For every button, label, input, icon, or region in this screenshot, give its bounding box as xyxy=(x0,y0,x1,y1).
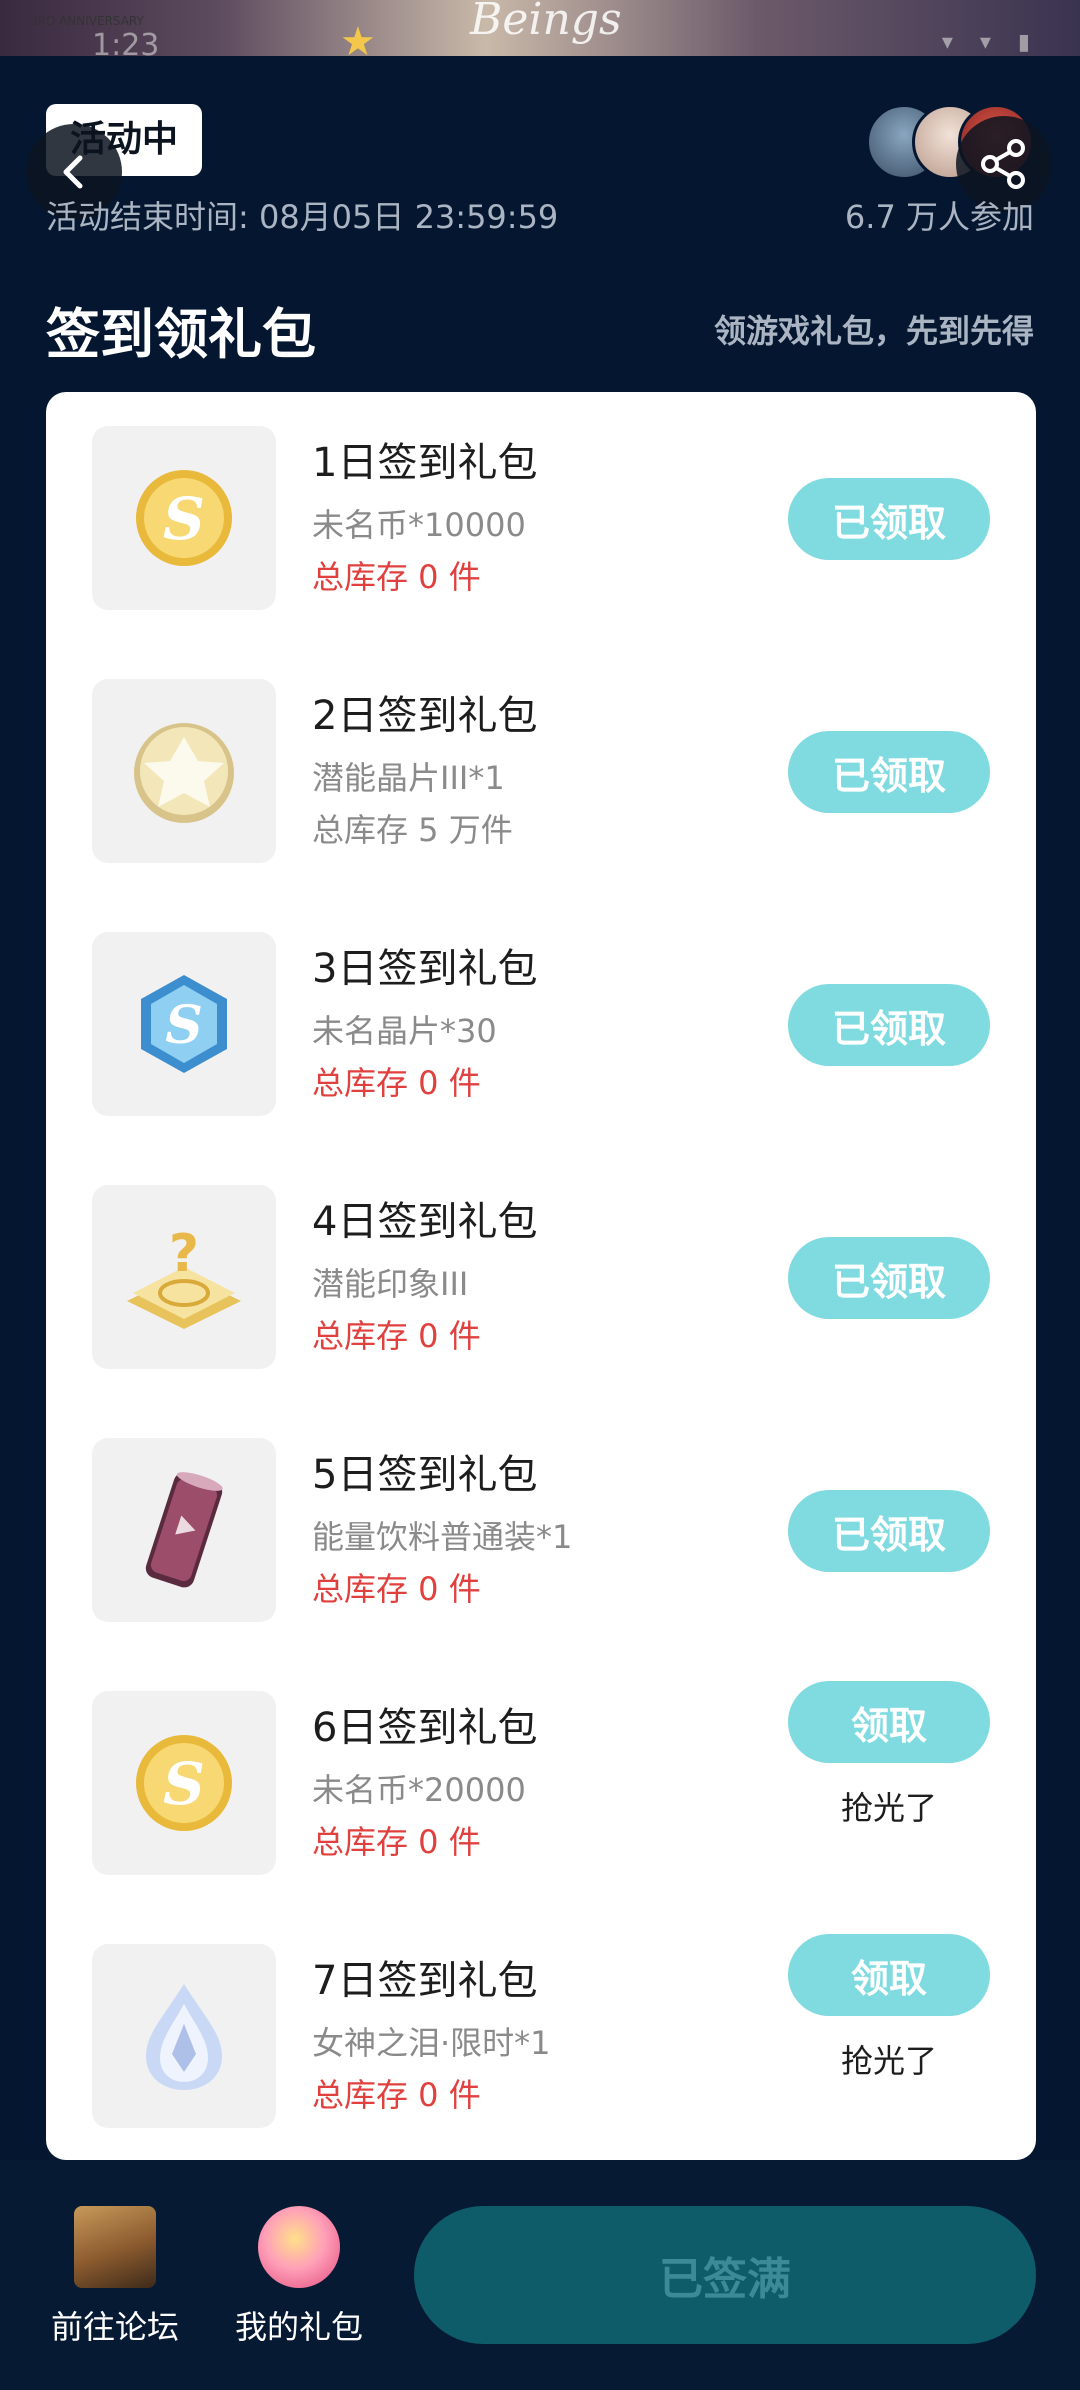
gift-stock: 总库存 0 件 xyxy=(312,1317,481,1355)
gift-title: 2日签到礼包 xyxy=(312,693,538,739)
gift-stock: 总库存 5 万件 xyxy=(312,811,513,849)
gift-thumbnail xyxy=(92,1438,276,1622)
gift-title: 1日签到礼包 xyxy=(312,440,538,486)
forum-link[interactable]: 前往论坛 xyxy=(40,2206,190,2348)
section-subtitle: 领游戏礼包，先到先得 xyxy=(713,312,1034,350)
signed-full-button[interactable]: 已签满 xyxy=(414,2206,1036,2344)
forum-label: 前往论坛 xyxy=(50,2308,179,2346)
forum-avatar-icon xyxy=(74,2206,156,2288)
gift-title: 4日签到礼包 xyxy=(312,1199,538,1245)
gift-description: 未名晶片*30 xyxy=(312,1012,497,1050)
potential-chip-icon xyxy=(134,723,234,823)
status-time: 1:23 xyxy=(92,28,160,56)
gift-description: 潜能印象III xyxy=(312,1265,469,1303)
my-gifts-label: 我的礼包 xyxy=(234,2308,363,2346)
gift-row-day-5: 5日签到礼包 能量饮料普通装*1 总库存 0 件 已领取 xyxy=(46,1404,1036,1657)
event-banner: 3RD ANNIVERSARY 1:23 ★ Beings ▾ ▾ ▮ xyxy=(0,0,1080,56)
gift-stock: 总库存 0 件 xyxy=(312,1064,481,1102)
my-gifts-link[interactable]: 我的礼包 xyxy=(224,2206,374,2348)
end-time: 活动结束时间: 08月05日 23:59:59 xyxy=(46,198,559,236)
page: 3RD ANNIVERSARY 1:23 ★ Beings ▾ ▾ ▮ 活动中 … xyxy=(0,0,1080,2390)
goddess-tear-icon xyxy=(146,1984,222,2090)
gift-thumbnail xyxy=(92,679,276,863)
gift-thumbnail: S xyxy=(92,426,276,610)
soldout-label: 抢光了 xyxy=(840,2042,937,2080)
gift-description: 未名币*20000 xyxy=(312,1771,526,1809)
gift-thumbnail: ? xyxy=(92,1185,276,1369)
claim-button[interactable]: 领取 xyxy=(788,1934,990,2016)
gift-stock: 总库存 0 件 xyxy=(312,1570,481,1608)
mystery-impression-icon: ? xyxy=(127,1224,241,1329)
gift-row-day-1: S 1日签到礼包 未名币*10000 总库存 0 件 已领取 xyxy=(46,392,1036,645)
claimed-button[interactable]: 已领取 xyxy=(788,984,990,1066)
gift-row-day-4: ? 4日签到礼包 潜能印象III 总库存 0 件 已领取 xyxy=(46,1151,1036,1404)
energy-drink-icon xyxy=(145,1472,223,1588)
gold-coin-icon: S xyxy=(136,1735,232,1831)
blue-crystal-icon: S xyxy=(141,975,227,1073)
share-icon xyxy=(981,139,1025,189)
gift-row-day-3: S 3日签到礼包 未名晶片*30 总库存 0 件 已领取 xyxy=(46,898,1036,1151)
gold-coin-icon: S xyxy=(136,470,232,566)
claimed-button[interactable]: 已领取 xyxy=(788,1490,990,1572)
gift-row-day-6: S 6日签到礼包 未名币*20000 总库存 0 件 领取 抢光了 xyxy=(46,1657,1036,1910)
gift-description: 未名币*10000 xyxy=(312,506,526,544)
gift-title: 6日签到礼包 xyxy=(312,1705,538,1751)
svg-text:S: S xyxy=(163,485,205,553)
system-status-icons: ▾ ▾ ▮ xyxy=(941,30,1040,55)
claimed-button[interactable]: 已领取 xyxy=(788,1237,990,1319)
svg-text:S: S xyxy=(163,1750,205,1818)
claim-button[interactable]: 领取 xyxy=(788,1681,990,1763)
gift-thumbnail xyxy=(92,1944,276,2128)
soldout-label: 抢光了 xyxy=(840,1789,937,1827)
star-icon: ★ xyxy=(340,19,376,56)
svg-text:S: S xyxy=(165,995,203,1056)
svg-text:?: ? xyxy=(169,1224,199,1284)
gift-description: 能量饮料普通装*1 xyxy=(312,1518,573,1556)
anniversary-text: 3RD ANNIVERSARY xyxy=(30,14,144,28)
claimed-button[interactable]: 已领取 xyxy=(788,478,990,560)
gift-stock: 总库存 0 件 xyxy=(312,2076,481,2114)
section-title: 签到领礼包 xyxy=(46,303,316,366)
gift-thumbnail: S xyxy=(92,1691,276,1875)
banner-script: Beings xyxy=(470,0,622,45)
gift-row-day-7: 7日签到礼包 女神之泪·限时*1 总库存 0 件 领取 抢光了 xyxy=(46,1910,1036,2163)
gift-stock: 总库存 0 件 xyxy=(312,558,481,596)
gift-thumbnail: S xyxy=(92,932,276,1116)
gift-title: 3日签到礼包 xyxy=(312,946,538,992)
gift-description: 女神之泪·限时*1 xyxy=(312,2024,551,2062)
chevron-left-icon xyxy=(63,155,83,189)
gift-row-day-2: 2日签到礼包 潜能晶片III*1 总库存 5 万件 已领取 xyxy=(46,645,1036,898)
gift-stock: 总库存 0 件 xyxy=(312,1823,481,1861)
gift-title: 7日签到礼包 xyxy=(312,1958,538,2004)
participant-count: 6.7 万人参加 xyxy=(844,198,1034,236)
bottom-bar: 前往论坛 我的礼包 已签满 xyxy=(0,2160,1080,2390)
gift-title: 5日签到礼包 xyxy=(312,1452,538,1498)
gift-description: 潜能晶片III*1 xyxy=(312,759,505,797)
gift-mascot-icon xyxy=(258,2206,340,2288)
gift-list: S 1日签到礼包 未名币*10000 总库存 0 件 已领取 2日签到礼包 潜能… xyxy=(46,392,1036,2160)
claimed-button[interactable]: 已领取 xyxy=(788,731,990,813)
